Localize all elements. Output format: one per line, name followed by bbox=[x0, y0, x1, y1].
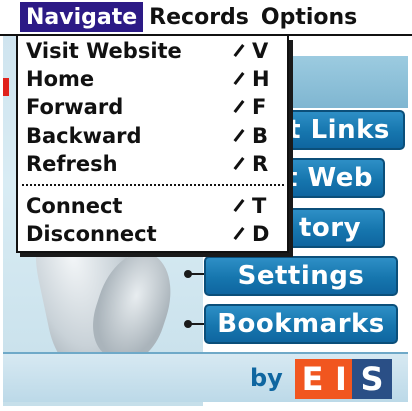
shortcut-key: T bbox=[252, 194, 267, 218]
shortcut: T bbox=[232, 194, 266, 218]
web-button-label: t Web bbox=[285, 163, 373, 193]
red-accent-mark bbox=[3, 78, 9, 96]
menu-item-label: Forward bbox=[26, 95, 124, 119]
menu-item-visit-website[interactable]: Visit Website V bbox=[18, 38, 287, 66]
eis-logo: E I S bbox=[295, 359, 392, 399]
command-stroke-icon bbox=[233, 156, 245, 170]
menu-item-disconnect[interactable]: Disconnect D bbox=[18, 221, 287, 249]
header-band bbox=[283, 56, 408, 108]
logo-letter-e: E bbox=[295, 359, 330, 399]
command-stroke-icon bbox=[233, 128, 245, 142]
menu-item-label: Visit Website bbox=[26, 39, 182, 63]
logo-letter-s: S bbox=[352, 359, 392, 399]
menu-bar: Navigate Records Options bbox=[0, 0, 412, 36]
shortcut: H bbox=[232, 67, 270, 91]
menu-item-label: Home bbox=[26, 67, 95, 91]
shortcut-key: R bbox=[252, 152, 269, 176]
shortcut-key: D bbox=[252, 222, 270, 246]
web-button[interactable]: t Web bbox=[273, 158, 385, 198]
bookmarks-button[interactable]: Bookmarks bbox=[204, 304, 398, 344]
command-stroke-icon bbox=[233, 226, 245, 240]
menu-item-label: Disconnect bbox=[26, 222, 157, 246]
shortcut: F bbox=[232, 95, 266, 119]
menu-options[interactable]: Options bbox=[255, 2, 363, 32]
settings-button[interactable]: Settings bbox=[204, 256, 398, 296]
menu-item-backward[interactable]: Backward B bbox=[18, 123, 287, 151]
menu-item-label: Backward bbox=[26, 124, 142, 148]
logo-letter-i: I bbox=[330, 359, 352, 399]
shortcut: B bbox=[232, 124, 268, 148]
menu-item-label: Refresh bbox=[26, 152, 118, 176]
links-button[interactable]: t Links bbox=[273, 110, 405, 150]
menu-separator bbox=[22, 184, 284, 186]
menu-item-label: Connect bbox=[26, 194, 123, 218]
history-button-label: tory bbox=[298, 213, 362, 243]
navigate-dropdown: Visit Website V Home H Forward F Backwar… bbox=[16, 36, 289, 253]
command-stroke-icon bbox=[233, 43, 245, 57]
bookmarks-button-label: Bookmarks bbox=[217, 309, 385, 339]
by-label: by bbox=[250, 364, 283, 392]
shortcut-key: V bbox=[252, 39, 269, 63]
menu-item-connect[interactable]: Connect T bbox=[18, 193, 287, 221]
footer-bar: by E I S bbox=[3, 352, 408, 402]
history-button[interactable]: tory bbox=[275, 208, 385, 248]
settings-button-label: Settings bbox=[237, 261, 365, 291]
menu-item-home[interactable]: Home H bbox=[18, 66, 287, 94]
menu-item-refresh[interactable]: Refresh R bbox=[18, 151, 287, 179]
shortcut: D bbox=[232, 222, 269, 246]
menu-records[interactable]: Records bbox=[143, 2, 255, 32]
shortcut-key: B bbox=[252, 124, 269, 148]
links-button-label: t Links bbox=[288, 115, 390, 145]
shortcut: R bbox=[232, 152, 268, 176]
shortcut-key: H bbox=[252, 67, 270, 91]
shortcut-key: F bbox=[252, 95, 267, 119]
menu-navigate[interactable]: Navigate bbox=[20, 2, 144, 32]
command-stroke-icon bbox=[233, 99, 245, 113]
command-stroke-icon bbox=[233, 71, 245, 85]
command-stroke-icon bbox=[233, 198, 245, 212]
menu-item-forward[interactable]: Forward F bbox=[18, 94, 287, 122]
shortcut: V bbox=[232, 39, 268, 63]
